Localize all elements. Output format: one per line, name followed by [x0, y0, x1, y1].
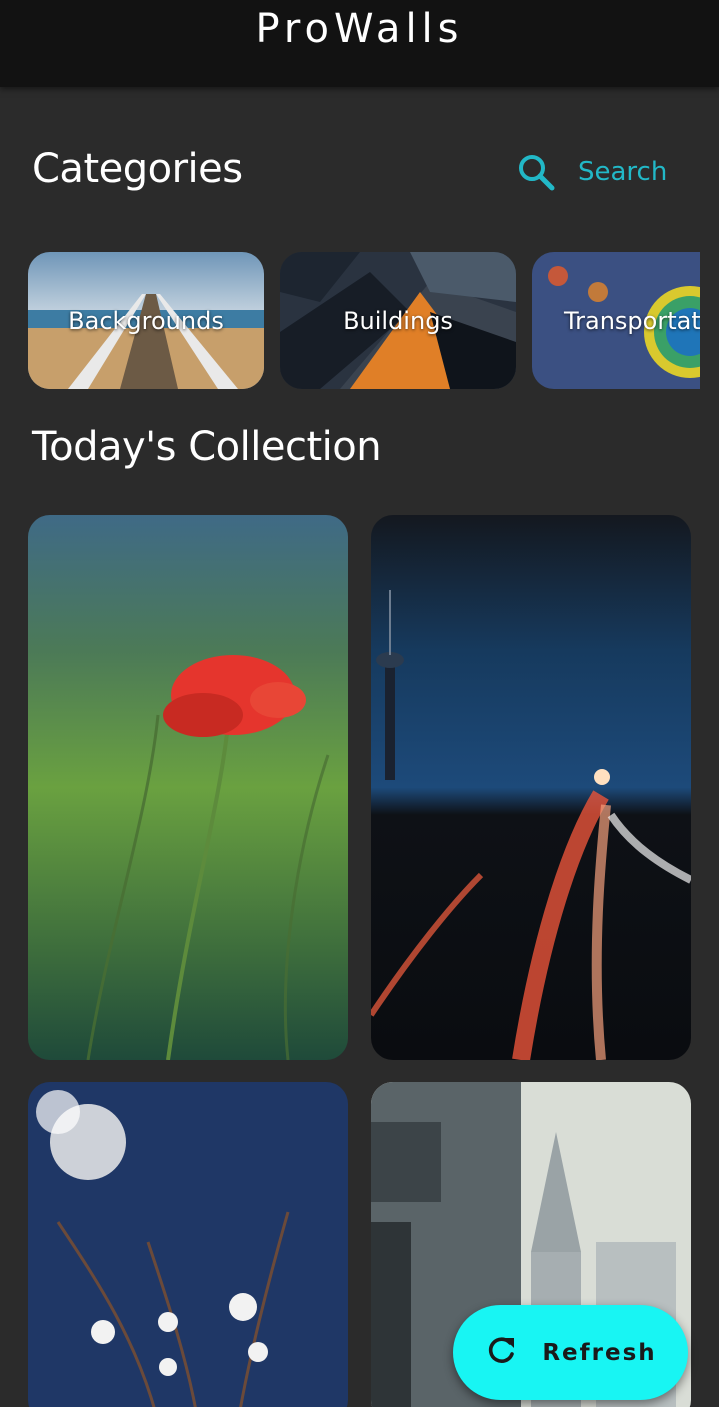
app-bar: ProWalls: [0, 0, 719, 87]
wallpaper-image-blossom: [28, 1082, 348, 1407]
category-label: Buildings: [343, 306, 453, 335]
wallpaper-tile-blossom[interactable]: [28, 1082, 348, 1407]
wallpaper-image-poppy: [28, 515, 348, 1060]
category-card-backgrounds[interactable]: Backgrounds: [28, 252, 264, 389]
refresh-icon: [484, 1334, 518, 1372]
refresh-label: Refresh: [542, 1339, 657, 1366]
refresh-button[interactable]: Refresh: [453, 1305, 688, 1400]
categories-heading: Categories: [32, 146, 243, 192]
category-label: Transportat: [564, 306, 700, 335]
todays-collection-heading: Today's Collection: [32, 424, 382, 470]
category-card-buildings[interactable]: Buildings: [280, 252, 516, 389]
search-icon: [516, 152, 556, 192]
search-label: Search: [578, 157, 668, 187]
app-title: ProWalls: [255, 6, 464, 52]
category-list: Backgrounds Buildings Transportat: [28, 252, 700, 389]
category-card-transportation[interactable]: Transportat: [532, 252, 700, 389]
category-label: Backgrounds: [68, 306, 224, 335]
wallpaper-tile-night-highway[interactable]: [371, 515, 691, 1060]
wallpaper-tile-poppy[interactable]: [28, 515, 348, 1060]
search-button[interactable]: Search: [516, 150, 667, 194]
wallpaper-image-night-highway: [371, 515, 691, 1060]
